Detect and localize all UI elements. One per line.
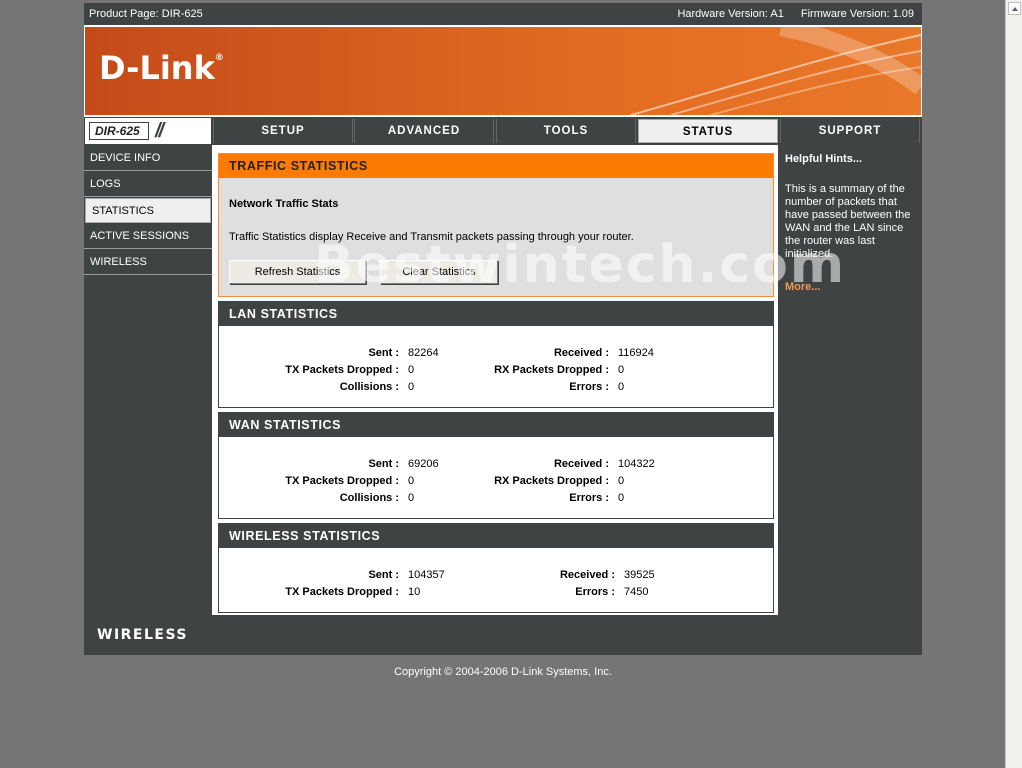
lan-errors-value: 0 <box>618 381 625 393</box>
lan-collisions-value: 0 <box>408 381 415 393</box>
main-nav: DIR-625 // SETUP ADVANCED TOOLS STATUS S… <box>84 117 922 145</box>
wireless-errors-value: 7450 <box>624 586 649 598</box>
sidebar-item-logs[interactable]: LOGS <box>84 172 212 197</box>
wan-collisions-label: Collisions : <box>339 492 399 504</box>
banner-swoosh-icon <box>630 27 921 115</box>
product-page-label: Product Page: DIR-625 <box>89 8 203 20</box>
lan-received-label: Received : <box>553 347 609 359</box>
wireless-received-label: Received : <box>559 569 615 581</box>
main-content: TRAFFIC STATISTICS Network Traffic Stats… <box>212 145 778 615</box>
lan-collisions-label: Collisions : <box>339 381 399 393</box>
model-slash-icon: // <box>155 120 164 142</box>
helpful-hints-panel: Helpful Hints... This is a summary of th… <box>778 145 922 615</box>
wireless-errors-label: Errors : <box>575 586 615 598</box>
scroll-up-icon[interactable] <box>1008 2 1021 15</box>
tab-tools[interactable]: TOOLS <box>496 119 636 143</box>
wireless-received-value: 39525 <box>624 569 655 581</box>
lan-errors-label: Errors : <box>569 381 609 393</box>
wan-received-label: Received : <box>553 458 609 470</box>
wireless-statistics-title: WIRELESS STATISTICS <box>219 524 773 548</box>
tab-status[interactable]: STATUS <box>638 119 778 143</box>
traffic-subtitle: Network Traffic Stats <box>229 198 339 210</box>
model-name: DIR-625 <box>89 122 149 140</box>
hardware-version: Hardware Version: A1 <box>677 8 784 20</box>
version-info: Hardware Version: A1 Firmware Version: 1… <box>677 3 914 25</box>
tab-support[interactable]: SUPPORT <box>780 119 920 143</box>
dlink-logo: D-Link® <box>99 49 224 87</box>
refresh-statistics-button[interactable]: Refresh Statistics <box>229 260 366 284</box>
wan-received-value: 104322 <box>618 458 655 470</box>
wireless-statistics-panel: WIRELESS STATISTICS Sent : 104357 Receiv… <box>218 523 774 613</box>
vertical-scrollbar[interactable] <box>1005 0 1022 768</box>
sidebar-item-statistics[interactable]: STATISTICS <box>85 198 211 223</box>
lan-rx-dropped-value: 0 <box>618 364 625 376</box>
wireless-brand-logo: WIRELESS <box>97 627 189 643</box>
top-info-bar: Product Page: DIR-625 Hardware Version: … <box>84 3 922 25</box>
tab-advanced[interactable]: ADVANCED <box>354 119 494 143</box>
sidebar: DEVICE INFO LOGS STATISTICS ACTIVE SESSI… <box>84 145 212 615</box>
lan-tx-dropped-value: 0 <box>408 364 415 376</box>
wan-statistics-title: WAN STATISTICS <box>219 413 773 437</box>
lan-statistics-title: LAN STATISTICS <box>219 302 773 326</box>
wan-rx-dropped-label: RX Packets Dropped : <box>494 475 609 487</box>
lan-rx-dropped-label: RX Packets Dropped : <box>494 364 609 376</box>
model-badge: DIR-625 // <box>85 118 211 144</box>
wan-errors-label: Errors : <box>569 492 609 504</box>
lan-tx-dropped-label: TX Packets Dropped : <box>285 364 399 376</box>
clear-statistics-button[interactable]: Clear Statistics <box>380 260 498 284</box>
hints-more-link[interactable]: More... <box>785 281 820 293</box>
copyright-text: Copyright © 2004-2006 D-Link Systems, In… <box>394 666 612 678</box>
wireless-tx-dropped-value: 10 <box>408 586 421 598</box>
tab-setup[interactable]: SETUP <box>213 119 353 143</box>
wan-tx-dropped-value: 0 <box>408 475 415 487</box>
wan-sent-label: Sent : <box>368 458 399 470</box>
firmware-version: Firmware Version: 1.09 <box>800 8 914 20</box>
wan-statistics-panel: WAN STATISTICS Sent : 69206 Received : 1… <box>218 412 774 519</box>
wan-errors-value: 0 <box>618 492 625 504</box>
wan-tx-dropped-label: TX Packets Dropped : <box>285 475 399 487</box>
lan-statistics-panel: LAN STATISTICS Sent : 82264 Received : 1… <box>218 301 774 408</box>
footer-bar: WIRELESS <box>84 615 922 655</box>
traffic-description: Traffic Statistics display Receive and T… <box>229 231 634 243</box>
hints-text: This is a summary of the number of packe… <box>785 183 911 260</box>
traffic-statistics-title: TRAFFIC STATISTICS <box>219 154 773 178</box>
hints-title: Helpful Hints... <box>785 153 862 165</box>
wan-collisions-value: 0 <box>408 492 415 504</box>
wireless-tx-dropped-label: TX Packets Dropped : <box>285 586 399 598</box>
lan-received-value: 116924 <box>618 347 654 359</box>
wan-rx-dropped-value: 0 <box>618 475 625 487</box>
sidebar-item-device-info[interactable]: DEVICE INFO <box>84 146 212 171</box>
wireless-sent-label: Sent : <box>368 569 399 581</box>
sidebar-item-active-sessions[interactable]: ACTIVE SESSIONS <box>84 224 212 249</box>
sidebar-item-wireless[interactable]: WIRELESS <box>84 250 212 275</box>
brand-banner: D-Link® <box>85 27 921 115</box>
traffic-statistics-panel: TRAFFIC STATISTICS Network Traffic Stats… <box>218 153 774 297</box>
router-page: Product Page: DIR-625 Hardware Version: … <box>84 3 922 655</box>
lan-sent-label: Sent : <box>368 347 399 359</box>
